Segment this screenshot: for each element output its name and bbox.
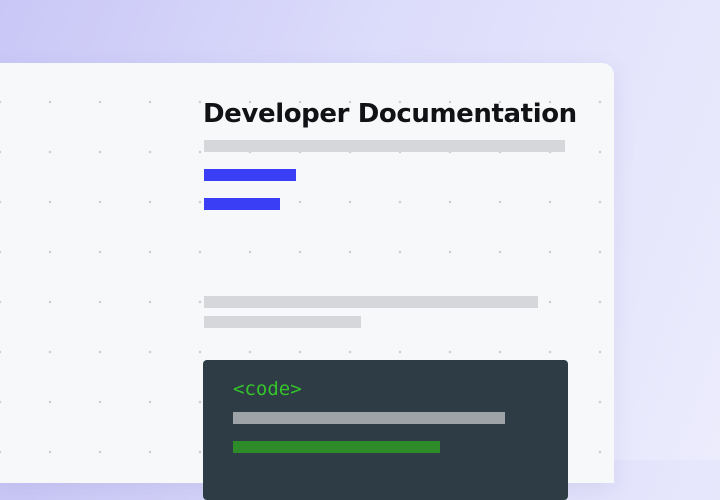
nav-link-placeholder-2[interactable]: [204, 198, 280, 210]
code-line-1: [233, 412, 505, 424]
subtitle-placeholder: [204, 140, 565, 152]
documentation-card: Developer Documentation <code>: [0, 63, 614, 500]
page-title: Developer Documentation: [203, 99, 577, 129]
code-line-2: [233, 441, 440, 453]
code-tag: <code>: [233, 378, 302, 400]
paragraph-line-1: [204, 296, 538, 308]
code-block: <code>: [203, 360, 568, 500]
nav-link-placeholder-1[interactable]: [204, 169, 296, 181]
paragraph-line-2: [204, 316, 361, 328]
